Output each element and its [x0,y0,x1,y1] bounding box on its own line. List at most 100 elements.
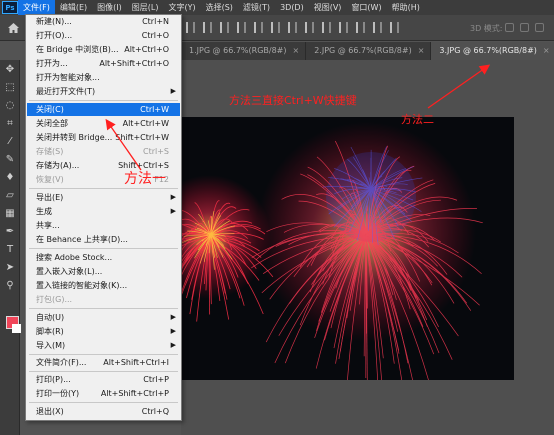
gradient-tool-icon[interactable]: ▦ [4,208,16,220]
menu-separator [29,248,178,249]
stamp-tool-icon[interactable]: ♦ [4,172,16,184]
menu-separator [29,354,178,355]
menu-item-share-behance[interactable]: 在 Behance 上共享(D)... [27,233,180,246]
menu-separator [29,308,178,309]
menu-item-share[interactable]: 共享... [27,219,180,232]
submenu-arrow-icon: ▶ [170,193,176,201]
menu-select[interactable]: 选择(S) [201,0,238,15]
align-left-icon[interactable] [186,22,195,33]
photoshop-window: Ps 文件(F) 编辑(E) 图像(I) 图层(L) 文字(Y) 选择(S) 滤… [0,0,554,435]
menu-file[interactable]: 文件(F) [18,0,55,15]
align-bottom-icon[interactable] [271,22,280,33]
menu-item-place-embedded[interactable]: 置入嵌入对象(L)... [27,265,180,278]
tab-label: 2.JPG @ 66.7%(RGB/8#) [314,46,412,55]
zoom-tool-icon[interactable]: ⚲ [4,280,16,292]
menu-item-automate[interactable]: 自动(U) ▶ [27,311,180,324]
lasso-tool-icon[interactable]: ◌ [4,100,16,112]
eyedropper-tool-icon[interactable]: ⁄ [4,136,16,148]
submenu-arrow-icon: ▶ [170,327,176,335]
path-select-tool-icon[interactable]: ➤ [4,262,16,274]
menu-separator [29,100,178,101]
menu-item-print[interactable]: 打印(P)... Ctrl+P [27,373,180,386]
submenu-arrow-icon: ▶ [170,207,176,215]
tools-panel: ✥ ⬚ ◌ ⌗ ⁄ ✎ ♦ ▱ ▦ ✒ T ➤ ⚲ [0,60,21,435]
background-color-swatch[interactable] [12,324,21,333]
tab-2-jpg[interactable]: 2.JPG @ 66.7%(RGB/8#) × [306,42,432,60]
menu-item-close-go-bridge[interactable]: 关闭并转到 Bridge... Shift+Ctrl+W [27,131,180,144]
menu-view[interactable]: 视图(V) [309,0,347,15]
menu-3d[interactable]: 3D(D) [275,0,309,15]
menu-type[interactable]: 文字(Y) [163,0,200,15]
menu-window[interactable]: 窗口(W) [346,0,386,15]
align-top-icon[interactable] [237,22,246,33]
menu-item-recent-files[interactable]: 最近打开文件(T) ▶ [27,85,180,98]
menu-item-new[interactable]: 新建(N)... Ctrl+N [27,15,180,28]
eraser-tool-icon[interactable]: ▱ [4,190,16,202]
close-icon[interactable]: × [418,42,425,60]
menu-item-browse-bridge[interactable]: 在 Bridge 中浏览(B)... Alt+Ctrl+O [27,43,180,56]
submenu-arrow-icon: ▶ [170,313,176,321]
align-right-icon[interactable] [220,22,229,33]
tab-label: 1.JPG @ 66.7%(RGB/8#) [189,46,287,55]
distribute-icon[interactable] [356,22,365,33]
3d-roll-icon[interactable] [520,23,529,32]
3d-rotate-icon[interactable] [505,23,514,32]
menu-item-close-all[interactable]: 关闭全部 Alt+Ctrl+W [27,117,180,130]
3d-mode-buttons [505,23,544,32]
menu-image[interactable]: 图像(I) [92,0,127,15]
photoshop-logo: Ps [2,1,18,14]
annotation-method-1: 方法一 [124,171,166,187]
tab-label: 3.JPG @ 66.7%(RGB/8#) [439,46,537,55]
align-buttons [186,22,399,33]
distribute-icon[interactable] [373,22,382,33]
menu-separator [29,188,178,189]
submenu-arrow-icon: ▶ [170,87,176,95]
menu-filter[interactable]: 滤镜(T) [238,0,275,15]
type-tool-icon[interactable]: T [4,244,16,256]
distribute-icon[interactable] [390,22,399,33]
align-hcenter-icon[interactable] [203,22,212,33]
submenu-arrow-icon: ▶ [170,341,176,349]
menu-item-file-info[interactable]: 文件简介(F)... Alt+Shift+Ctrl+I [27,356,180,369]
menu-item-import[interactable]: 导入(M) ▶ [27,339,180,352]
menu-item-search-stock[interactable]: 搜索 Adobe Stock... [27,251,180,264]
3d-drag-icon[interactable] [535,23,544,32]
menu-item-save[interactable]: 存储(S) Ctrl+S [27,145,180,158]
menu-item-open[interactable]: 打开(O)... Ctrl+O [27,29,180,42]
menu-item-package[interactable]: 打包(G)... [27,293,180,306]
pen-tool-icon[interactable]: ✒ [4,226,16,238]
3d-mode-label: 3D 模式: [470,24,503,33]
marquee-tool-icon[interactable]: ⬚ [4,82,16,94]
brush-tool-icon[interactable]: ✎ [4,154,16,166]
distribute-icon[interactable] [305,22,314,33]
menu-item-print-one[interactable]: 打印一份(Y) Alt+Shift+Ctrl+P [27,387,180,400]
annotation-method-2: 方法二 [401,113,434,126]
move-tool-icon[interactable]: ✥ [4,64,16,76]
fireworks-photo [181,122,483,380]
menu-item-scripts[interactable]: 脚本(R) ▶ [27,325,180,338]
close-icon[interactable]: × [543,42,550,60]
tab-1-jpg[interactable]: 1.JPG @ 66.7%(RGB/8#) × [181,42,307,60]
align-vcenter-icon[interactable] [254,22,263,33]
menu-help[interactable]: 帮助(H) [387,0,425,15]
menu-item-open-as[interactable]: 打开为... Alt+Shift+Ctrl+O [27,57,180,70]
menu-item-generate[interactable]: 生成 ▶ [27,205,180,218]
home-icon[interactable] [8,23,19,33]
tab-3-jpg[interactable]: 3.JPG @ 66.7%(RGB/8#) × [431,42,554,60]
menu-separator [29,371,178,372]
fireworks-image[interactable] [181,117,514,380]
distribute-icon[interactable] [288,22,297,33]
distribute-icon[interactable] [339,22,348,33]
canvas-area [181,60,554,435]
menu-item-export[interactable]: 导出(E) ▶ [27,191,180,204]
menu-item-place-linked[interactable]: 置入链接的智能对象(K)... [27,279,180,292]
menu-edit[interactable]: 编辑(E) [55,0,92,15]
crop-tool-icon[interactable]: ⌗ [4,118,16,130]
annotation-method-3: 方法三直接Ctrl+W快捷键 [229,94,357,107]
menu-item-exit[interactable]: 退出(X) Ctrl+Q [27,405,180,418]
menu-item-open-smart-object[interactable]: 打开为智能对象... [27,71,180,84]
menu-layer[interactable]: 图层(L) [127,0,164,15]
close-icon[interactable]: × [293,42,300,60]
menu-item-close[interactable]: 关闭(C) Ctrl+W [27,103,180,116]
distribute-icon[interactable] [322,22,331,33]
